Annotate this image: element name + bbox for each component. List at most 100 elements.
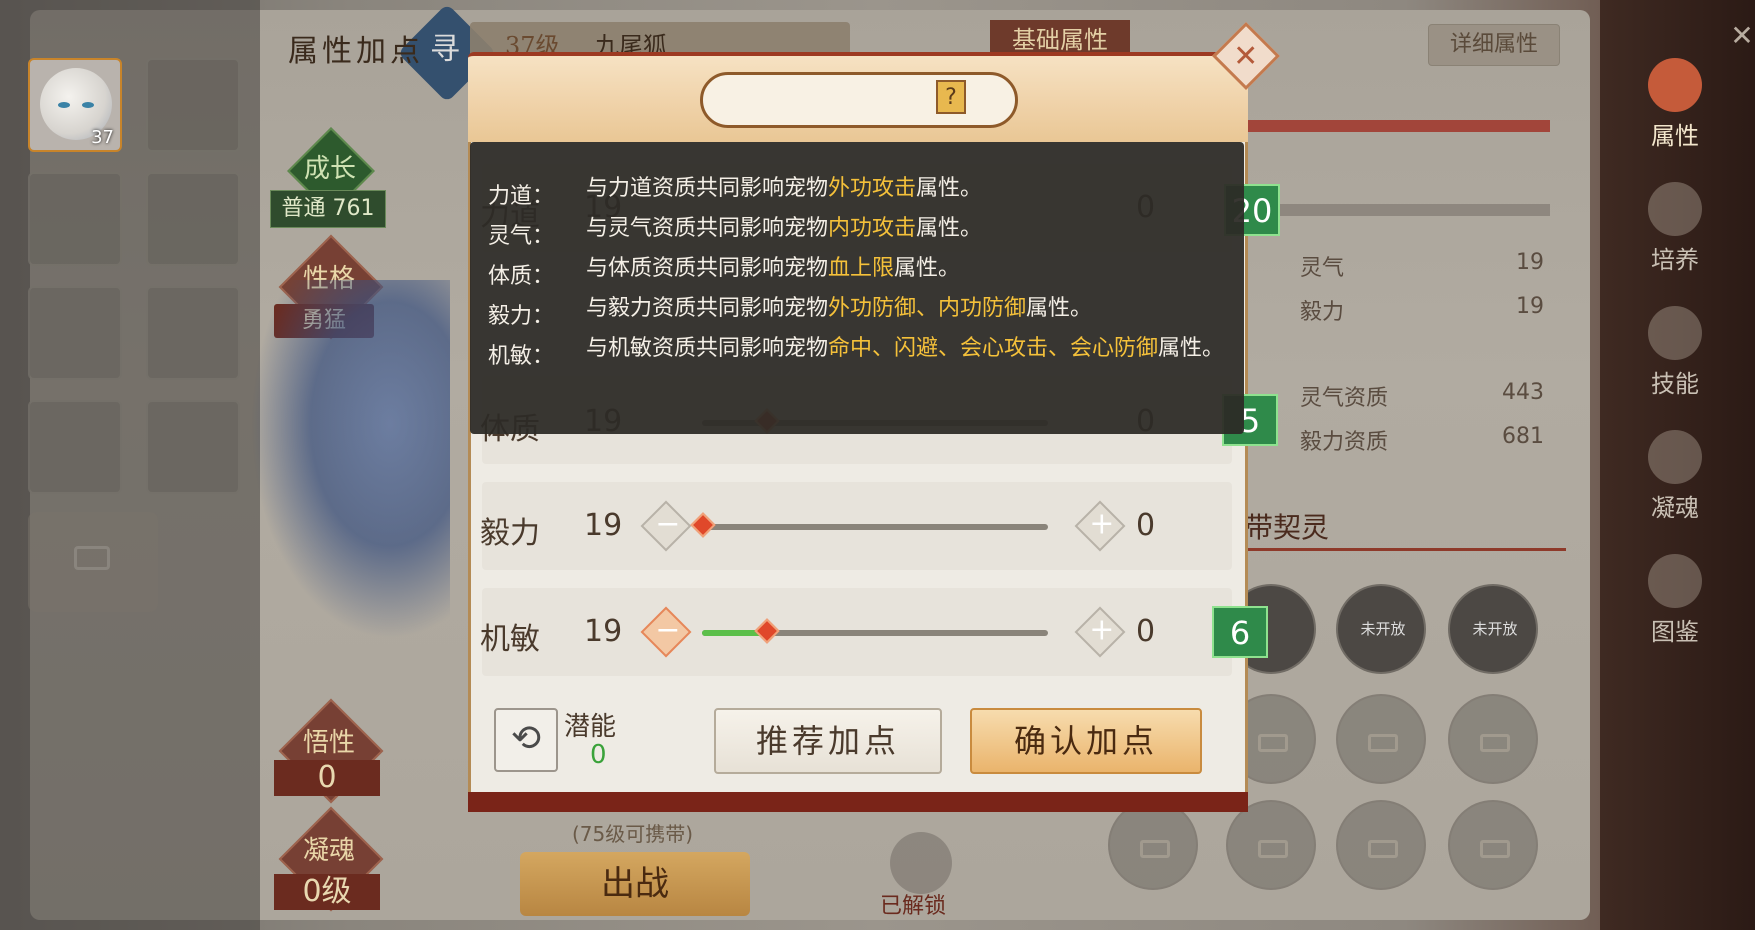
stat-bar (1240, 204, 1550, 216)
stat-value: 19 (1516, 294, 1544, 319)
spirit-title: 带契灵 (1245, 511, 1330, 544)
tip-label: 力道： (488, 184, 555, 209)
stat-row: 灵气资质 443 (1230, 376, 1550, 412)
spirit-slot-locked[interactable] (1448, 694, 1538, 784)
attr-value: 19 (584, 508, 623, 543)
comprehension-value: 0 (274, 760, 380, 796)
tip-text: 与力道资质共同影响宠物 (586, 176, 829, 201)
nav-label: 培养 (1651, 246, 1699, 274)
pet-slot[interactable] (146, 286, 240, 380)
nav-label: 凝魂 (1651, 494, 1699, 522)
pet-slot[interactable] (28, 172, 122, 266)
recommend-points-button[interactable]: 推荐加点 (714, 708, 942, 774)
tip-highlight: 外功防御、内功防御 (828, 296, 1027, 321)
attr-name: 毅力 (480, 516, 540, 551)
pet-slot[interactable] (146, 58, 240, 152)
nav-cultivate[interactable]: 培养 (1625, 182, 1725, 275)
pet-slot[interactable] (146, 172, 240, 266)
alloc-value: 0 (1136, 614, 1156, 649)
nav-attributes[interactable]: 属性 (1625, 58, 1725, 151)
stat-value: 19 (1516, 250, 1544, 275)
stat-bar (1240, 120, 1550, 132)
carry-note: (75级可携带) (572, 822, 694, 846)
dialog-title: 属性加点 (288, 34, 424, 69)
reset-button[interactable]: ⟲ (494, 708, 558, 772)
spirit-slot-closed[interactable]: 未开放 (1336, 584, 1426, 674)
soul-value: 0级 (274, 874, 380, 910)
attr-value: 19 (584, 614, 623, 649)
tip-label: 灵气： (488, 224, 555, 249)
growth-label: 成长 (303, 154, 356, 184)
tip-text: 与毅力资质共同影响宠物 (586, 296, 829, 321)
tip-desc: 与毅力资质共同影响宠物外功防御、内功防御属性。 (586, 292, 1226, 326)
stat-value: 681 (1502, 424, 1544, 449)
slot-closed-label: 未开放 (1472, 620, 1518, 638)
tip-text: 属性。 (916, 176, 983, 201)
tip-text: 属性。 (1158, 336, 1225, 361)
growth-value: 普通 761 (270, 190, 386, 228)
pet-eye (58, 102, 70, 108)
locked-slot[interactable] (28, 512, 158, 612)
close-icon: ✕ (1233, 38, 1259, 74)
deploy-button[interactable]: 出战 (520, 852, 750, 916)
points-flag: 6 (1212, 606, 1268, 658)
nav-skills[interactable]: 技能 (1625, 306, 1725, 399)
pet-slot-selected[interactable]: 37 (28, 58, 122, 152)
slider-track[interactable] (702, 524, 1048, 530)
nav-soul[interactable]: 凝魂 (1625, 430, 1725, 523)
paw-icon (1648, 58, 1702, 112)
spirit-slot-closed[interactable]: 未开放 (1448, 584, 1538, 674)
slot-closed-label: 未开放 (1360, 620, 1406, 638)
close-icon[interactable]: ✕ (1728, 22, 1755, 50)
soul-label: 凝魂 (302, 836, 355, 866)
nav-label: 图鉴 (1651, 618, 1699, 646)
pet-slot[interactable] (146, 400, 240, 494)
tip-text: 属性。 (916, 216, 983, 241)
tip-text: 属性。 (894, 256, 961, 281)
spirit-slot-locked[interactable] (1108, 800, 1198, 890)
spirit-slot-locked[interactable] (1336, 800, 1426, 890)
help-icon[interactable]: ? (936, 80, 966, 114)
nav-codex[interactable]: 图鉴 (1625, 554, 1725, 647)
tip-label: 机敏： (488, 344, 555, 369)
pet-slot[interactable] (28, 400, 122, 494)
lock-icon (1480, 840, 1510, 858)
pet-slot[interactable] (28, 286, 122, 380)
tip-desc: 与机敏资质共同影响宠物命中、闪避、会心攻击、会心防御属性。 (586, 332, 1226, 366)
spirit-slot-locked[interactable] (1226, 800, 1316, 890)
comprehension-label: 悟性 (302, 728, 355, 758)
tip-desc: 与灵气资质共同影响宠物内功攻击属性。 (586, 212, 1226, 246)
spirit-slot-locked[interactable] (1336, 694, 1426, 784)
tip-text: 与机敏资质共同影响宠物 (586, 336, 829, 361)
stat-label: 毅力资质 (1300, 430, 1389, 455)
lock-icon (1368, 840, 1398, 858)
tip-highlight: 命中、闪避、会心攻击、会心防御 (828, 336, 1159, 361)
stat-value: 443 (1502, 380, 1544, 405)
unlock-icon[interactable] (890, 832, 952, 894)
tip-text: 与体质资质共同影响宠物 (586, 256, 829, 281)
attr-name: 机敏 (480, 622, 540, 657)
stat-row: 灵气 19 (1230, 246, 1550, 282)
potential-label: 潜能 (564, 712, 617, 742)
minus-icon: − (655, 506, 681, 542)
tip-highlight: 内功攻击 (828, 216, 917, 241)
attribute-tooltip: 力道： 与力道资质共同影响宠物外功攻击属性。 灵气： 与灵气资质共同影响宠物内功… (470, 142, 1244, 434)
plus-icon: + (1089, 506, 1115, 542)
tip-desc: 与体质资质共同影响宠物血上限属性。 (586, 252, 1226, 286)
book-icon (1648, 554, 1702, 608)
pet-level-badge: 37 (91, 127, 114, 148)
tip-label: 体质： (488, 264, 555, 289)
detail-attributes-button[interactable]: 详细属性 (1428, 24, 1560, 66)
spirit-slot-locked[interactable] (1448, 800, 1538, 890)
alloc-value: 0 (1136, 508, 1156, 543)
stat-label: 灵气资质 (1300, 386, 1389, 411)
stat-row: 毅力资质 681 (1230, 420, 1550, 456)
lock-icon (1258, 840, 1288, 858)
lock-icon (1368, 734, 1398, 752)
tip-text: 与灵气资质共同影响宠物 (586, 216, 829, 241)
pet-tail-art (250, 280, 450, 640)
dialog-title-plate (700, 72, 1018, 128)
bell-icon (1648, 182, 1702, 236)
confirm-points-button[interactable]: 确认加点 (970, 708, 1202, 774)
tip-text: 属性。 (1026, 296, 1093, 321)
